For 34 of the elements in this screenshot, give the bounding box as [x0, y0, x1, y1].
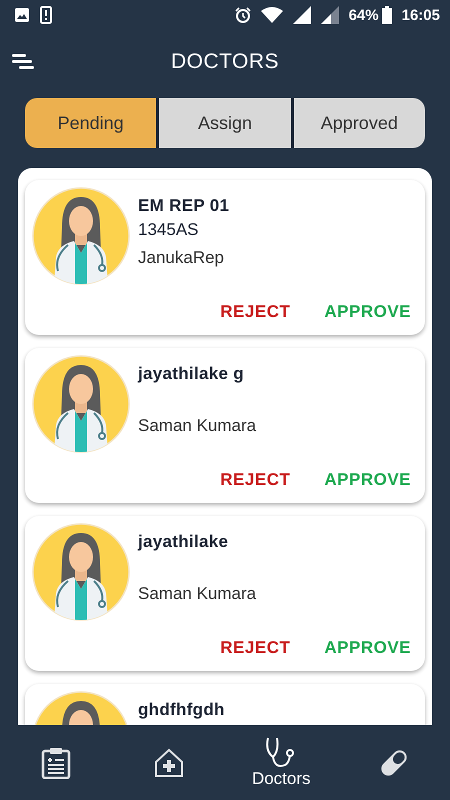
tab[interactable]: Approved [294, 98, 425, 148]
reject-button[interactable]: REJECT [220, 470, 290, 490]
approve-button[interactable]: APPROVE [324, 638, 411, 658]
clock: 16:05 [402, 6, 440, 24]
doctor-avatar-icon [32, 523, 130, 621]
doctor-avatar-icon [32, 187, 130, 285]
battery-percent: 64% [348, 6, 379, 24]
clipboard-icon [41, 746, 72, 778]
alert-icon [40, 6, 52, 24]
doctor-name: jayathilake [138, 532, 230, 553]
signal-icon [320, 6, 339, 24]
approve-button[interactable]: APPROVE [324, 302, 411, 322]
approve-button[interactable]: APPROVE [324, 470, 411, 490]
hospital-icon [154, 748, 184, 778]
reject-button[interactable]: REJECT [220, 638, 290, 658]
doctor-name: ghdfhfgdh [138, 700, 226, 721]
rep-name: Saman Kumara [138, 415, 258, 437]
page-title: DOCTORS [170, 50, 280, 74]
rep-name: JanukaRep [138, 247, 226, 269]
tab[interactable]: Pending [25, 98, 156, 148]
doctor-avatar-icon [32, 355, 130, 453]
tab[interactable]: Assign [159, 98, 291, 148]
doctors-tab[interactable]: Doctors [225, 725, 338, 800]
menu-icon[interactable] [12, 53, 34, 69]
reject-button[interactable]: REJECT [220, 302, 290, 322]
alarm-icon [234, 7, 251, 23]
doctor-code: 1345AS [138, 220, 200, 241]
doctor-name: EM REP 01 [138, 196, 230, 217]
wifi-icon [260, 7, 283, 23]
signal-icon [292, 6, 311, 24]
rep-name: Saman Kumara [138, 583, 258, 605]
battery-icon [382, 6, 392, 24]
gallery-icon [14, 7, 30, 23]
doctor-name: jayathilake g [138, 364, 245, 385]
